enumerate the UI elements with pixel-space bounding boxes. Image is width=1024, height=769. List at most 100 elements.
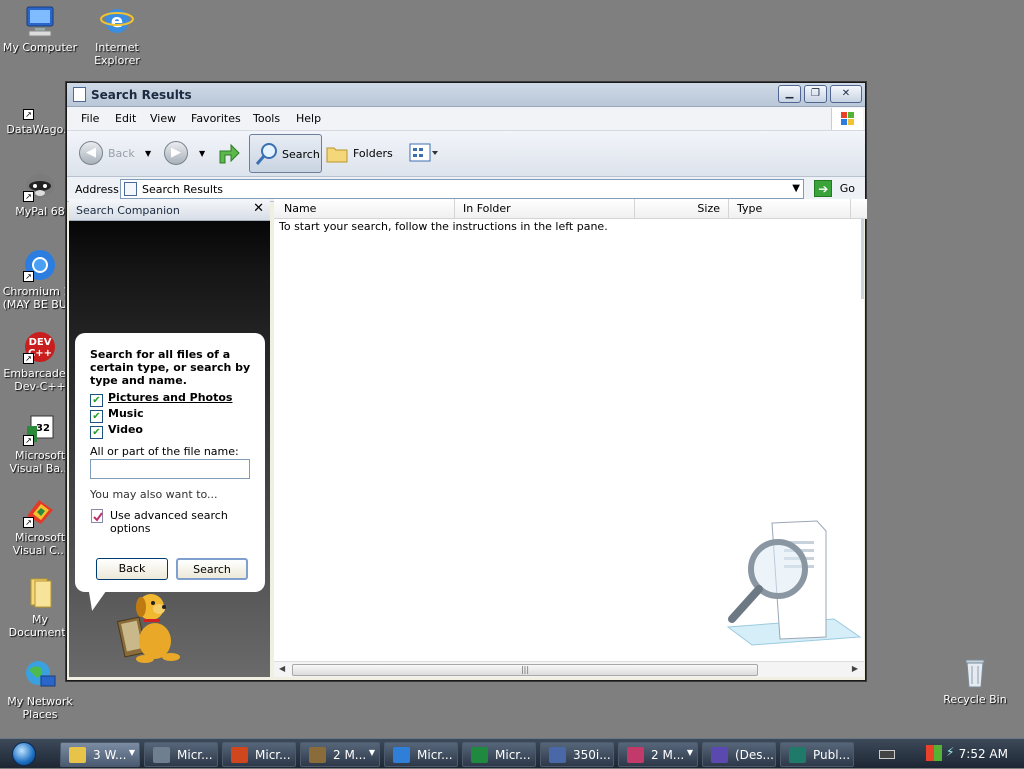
maximize-button[interactable]: ❐ — [804, 85, 827, 103]
shortcut-arrow-icon: ↗ — [23, 353, 34, 364]
column-header-name[interactable]: Name — [274, 199, 455, 219]
search-button[interactable]: Search — [176, 558, 248, 580]
shortcut-arrow-icon: ↗ — [23, 435, 34, 446]
shortcut-arrow-icon: ↗ — [23, 191, 34, 202]
search-companion-balloon: Search for all files of a certain type, … — [75, 333, 265, 592]
column-header-size[interactable]: Size — [635, 199, 729, 219]
language-tray-icon[interactable] — [926, 745, 942, 761]
taskbar-item-label: Micr... — [417, 748, 453, 762]
empty-results-message: To start your search, follow the instruc… — [279, 220, 608, 233]
menu-edit[interactable]: Edit — [115, 112, 136, 125]
advanced-search-icon — [91, 509, 103, 523]
column-header-type[interactable]: Type — [729, 199, 851, 219]
menu-bar: File Edit View Favorites Tools Help — [67, 107, 865, 131]
taskbar-item-9[interactable]: (Des... — [702, 742, 776, 767]
title-bar[interactable]: Search Results ▁ ❐ ✕ — [67, 83, 865, 107]
column-header-more[interactable] — [851, 199, 867, 219]
forward-dropdown-icon[interactable]: ▼ — [199, 149, 205, 158]
desktop-icon-my-computer[interactable]: My Computer — [1, 4, 79, 54]
forward-arrow-icon[interactable]: ▶ — [164, 141, 188, 165]
magnifier-icon — [254, 141, 280, 167]
clock[interactable]: 7:52 AM — [959, 747, 1008, 761]
taskbar-dropdown-icon: ▼ — [128, 748, 135, 757]
taskbar-dropdown-icon: ▼ — [686, 748, 693, 757]
taskbar-item-label: Publ... — [813, 748, 851, 762]
desktop-icon-label: My Network Places — [7, 695, 73, 721]
menu-view[interactable]: View — [150, 112, 176, 125]
shortcut-arrow-icon: ↗ — [23, 517, 34, 528]
go-arrow-icon: ➔ — [814, 180, 833, 197]
taskbar-item-label: Micr... — [255, 748, 291, 762]
horizontal-scroll-thumb[interactable]: ||| — [292, 664, 758, 676]
also-want-label: You may also want to... — [90, 488, 218, 501]
checkbox-checked-icon[interactable]: ✔ — [90, 394, 103, 407]
taskbar-item-label: 350i... — [573, 748, 611, 762]
window-title: Search Results — [91, 88, 192, 102]
excel-app-icon — [471, 747, 488, 763]
taskbar-item-10[interactable]: Publ... — [780, 742, 854, 767]
shortcut-arrow-icon: ↗ — [23, 271, 34, 282]
views-icon[interactable] — [409, 143, 439, 163]
close-button[interactable]: ✕ — [830, 85, 862, 103]
my-computer-icon — [23, 4, 57, 38]
checkbox-checked-icon[interactable]: ✔ — [90, 426, 103, 439]
taskbar-item-explorer[interactable]: 3 W... ▼ — [60, 742, 140, 767]
filename-input[interactable] — [90, 459, 250, 479]
option-label: Video — [108, 423, 143, 436]
address-value: Search Results — [142, 183, 224, 196]
minimize-button[interactable]: ▁ — [778, 85, 801, 103]
keyboard-icon[interactable] — [879, 750, 895, 759]
search-results-pane: Name In Folder Size Type To start your s… — [274, 199, 867, 677]
taskbar-item-2[interactable]: Micr... — [144, 742, 218, 767]
menu-help[interactable]: Help — [296, 112, 321, 125]
address-dropdown-icon[interactable]: ▼ — [792, 183, 800, 194]
scroll-left-arrow-icon[interactable]: ◀ — [279, 664, 285, 673]
folders-icon[interactable] — [325, 142, 349, 164]
option-music[interactable]: ✔ Music — [90, 407, 144, 423]
go-label: Go — [839, 182, 855, 195]
search-magnifier-illustration-icon — [722, 519, 864, 659]
taskbar-item-3[interactable]: Micr... — [222, 742, 296, 767]
option-pictures-and-photos[interactable]: ✔ Pictures and Photos — [90, 391, 233, 407]
taskbar-item-7[interactable]: 350i... — [540, 742, 614, 767]
scroll-right-arrow-icon[interactable]: ▶ — [852, 664, 858, 673]
window-document-icon — [73, 87, 86, 102]
taskbar: 3 W... ▼ Micr... Micr... 2 M... ▼ Micr... … — [0, 738, 1024, 768]
balloon-tail — [82, 587, 106, 613]
desktop-icon-recycle-bin[interactable]: Recycle Bin — [936, 656, 1014, 706]
taskbar-item-4[interactable]: 2 M... ▼ — [300, 742, 380, 767]
up-folder-icon[interactable] — [217, 141, 241, 165]
taskbar-item-8[interactable]: 2 M... ▼ — [618, 742, 698, 767]
paint-app-icon — [627, 747, 644, 763]
start-button[interactable] — [2, 740, 48, 768]
taskbar-item-5[interactable]: Micr... — [384, 742, 458, 767]
option-video[interactable]: ✔ Video — [90, 423, 143, 439]
menu-tools[interactable]: Tools — [253, 112, 280, 125]
checkbox-checked-icon[interactable]: ✔ — [90, 410, 103, 423]
search-toolbar-button[interactable]: Search — [249, 134, 322, 173]
advanced-search-label: Use advanced search options — [110, 509, 228, 535]
horizontal-scrollbar[interactable]: ◀ ||| ▶ — [274, 661, 864, 677]
desktop-icon-internet-explorer[interactable]: e Internet Explorer — [78, 4, 156, 67]
folders-label[interactable]: Folders — [353, 147, 393, 160]
go-button[interactable]: ➔ Go — [814, 180, 855, 197]
folder-icon — [69, 747, 86, 763]
taskbar-item-label: 2 M... — [651, 748, 685, 762]
back-label[interactable]: Back — [108, 147, 135, 160]
menu-file[interactable]: File — [81, 112, 99, 125]
option-label: Pictures and Photos — [108, 391, 233, 404]
back-button[interactable]: Back — [96, 558, 168, 580]
back-arrow-icon[interactable]: ◀ — [79, 141, 103, 165]
svg-text:32: 32 — [36, 423, 50, 434]
address-label: Address — [75, 183, 119, 196]
standard-toolbar: ◀ Back ▼ ▶ ▼ Search Folders — [67, 131, 865, 177]
back-dropdown-icon[interactable]: ▼ — [145, 149, 151, 158]
vertical-scrollbar[interactable] — [861, 219, 864, 299]
taskbar-item-label: Micr... — [177, 748, 213, 762]
column-header-in-folder[interactable]: In Folder — [455, 199, 635, 219]
my-documents-folder-icon — [23, 576, 57, 610]
close-pane-icon[interactable]: ✕ — [253, 201, 264, 216]
address-field[interactable]: Search Results ▼ — [120, 179, 804, 199]
taskbar-item-6[interactable]: Micr... — [462, 742, 536, 767]
menu-favorites[interactable]: Favorites — [191, 112, 241, 125]
